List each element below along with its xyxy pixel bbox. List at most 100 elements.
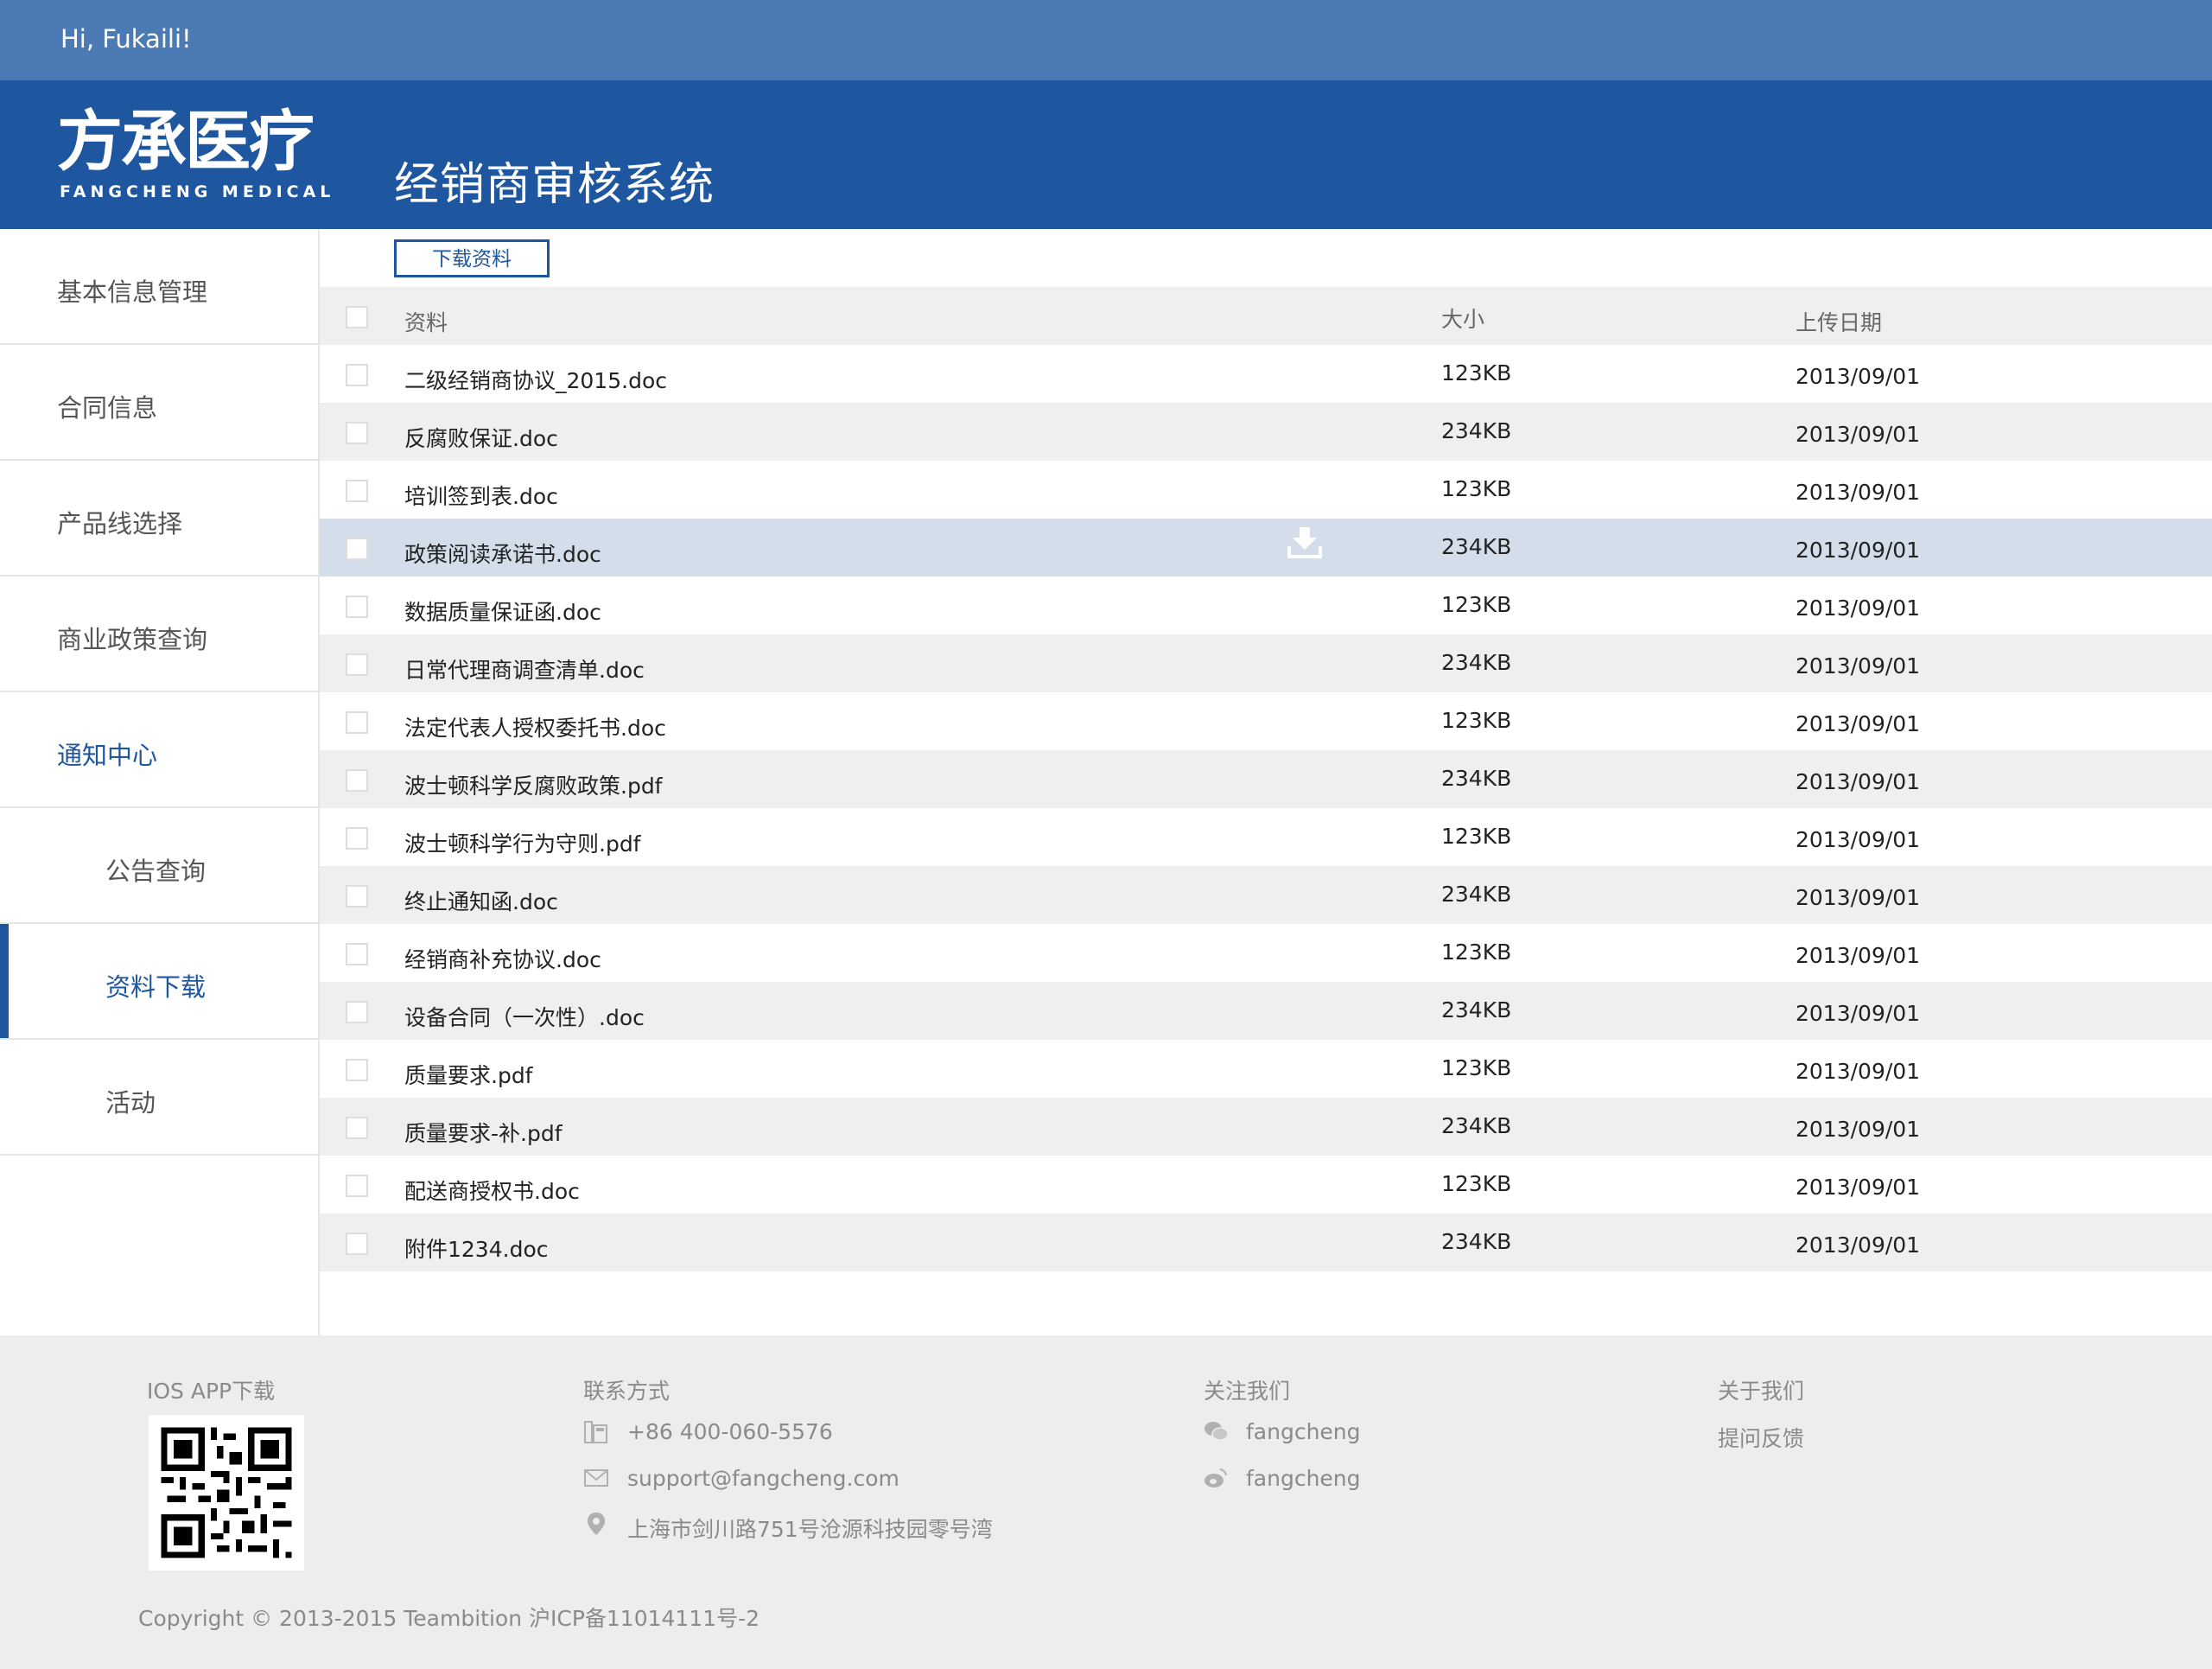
table-row[interactable]: 日常代理商调查清单.doc 234KB 2013/09/01 — [320, 634, 2212, 692]
weibo-account[interactable]: fangcheng — [1246, 1466, 1361, 1491]
sidebar-item-business-policy[interactable]: 商业政策查询 — [0, 577, 318, 692]
file-size: 234KB — [1441, 1229, 1512, 1254]
file-name: 反腐败保证.doc — [404, 426, 558, 451]
table-row[interactable]: 经销商补充协议.doc 123KB 2013/09/01 — [320, 924, 2212, 982]
row-checkbox[interactable] — [346, 422, 368, 444]
weibo-icon — [1205, 1468, 1227, 1487]
file-name: 质量要求.pdf — [404, 1063, 533, 1088]
table-row[interactable]: 设备合同（一次性）.doc 234KB 2013/09/01 — [320, 982, 2212, 1040]
table-header-row: 资料 大小 上传日期 — [320, 287, 2212, 345]
sidebar-subitem-downloads[interactable]: 资料下载 — [0, 924, 318, 1040]
row-checkbox[interactable] — [346, 1233, 368, 1255]
active-indicator — [0, 924, 9, 1038]
header: 方承医疗 FANGCHENG MEDICAL 经销商审核系统 — [0, 80, 2212, 229]
table-row[interactable]: 质量要求.pdf 123KB 2013/09/01 — [320, 1040, 2212, 1098]
file-name: 设备合同（一次性）.doc — [404, 1005, 645, 1030]
row-checkbox[interactable] — [346, 596, 368, 618]
row-checkbox[interactable] — [346, 1117, 368, 1139]
upload-date: 2013/09/01 — [1796, 769, 1921, 794]
upload-date: 2013/09/01 — [1796, 364, 1921, 389]
column-header-name: 资料 — [404, 310, 448, 335]
contact-title: 联系方式 — [583, 1379, 671, 1404]
feedback-link[interactable]: 提问反馈 — [1718, 1422, 1804, 1453]
select-all-checkbox[interactable] — [346, 306, 368, 328]
file-size: 123KB — [1441, 476, 1512, 501]
sidebar-item-label: 资料下载 — [105, 972, 207, 1002]
column-header-size: 大小 — [1441, 307, 1485, 332]
contact-email[interactable]: support@fangcheng.com — [627, 1466, 899, 1491]
row-checkbox[interactable] — [346, 1059, 368, 1081]
top-bar: Hi, Fukaili! — [0, 0, 2212, 80]
row-checkbox[interactable] — [346, 769, 368, 792]
sidebar-item-contract[interactable]: 合同信息 — [0, 345, 318, 461]
table-row[interactable]: 反腐败保证.doc 234KB 2013/09/01 — [320, 403, 2212, 461]
wechat-icon — [1205, 1422, 1229, 1441]
row-checkbox[interactable] — [346, 943, 368, 965]
row-checkbox[interactable] — [346, 653, 368, 676]
user-greeting: Hi, Fukaili! — [60, 24, 192, 54]
table-row-highlighted[interactable]: 政策阅读承诺书.doc 234KB 2013/09/01 — [320, 519, 2212, 577]
sidebar-item-label: 合同信息 — [57, 393, 158, 423]
file-size: 234KB — [1441, 534, 1512, 559]
file-name: 培训签到表.doc — [404, 484, 558, 509]
row-checkbox[interactable] — [346, 1001, 368, 1023]
file-name: 附件1234.doc — [404, 1237, 549, 1262]
row-checkbox[interactable] — [346, 827, 368, 850]
row-checkbox[interactable] — [346, 538, 368, 560]
table-row[interactable]: 法定代表人授权委托书.doc 123KB 2013/09/01 — [320, 692, 2212, 750]
follow-us-title: 关注我们 — [1204, 1379, 1291, 1404]
sidebar-item-basic-info[interactable]: 基本信息管理 — [0, 229, 318, 345]
materials-table: 资料 大小 上传日期 二级经销商协议_2015.doc 123KB 2013/0… — [320, 287, 2212, 1271]
file-size: 123KB — [1441, 824, 1512, 849]
sidebar-item-notification-center[interactable]: 通知中心 — [0, 692, 318, 808]
file-name: 数据质量保证函.doc — [404, 600, 601, 625]
upload-date: 2013/09/01 — [1796, 653, 1921, 678]
upload-date: 2013/09/01 — [1796, 538, 1921, 563]
file-name: 法定代表人授权委托书.doc — [404, 716, 666, 741]
table-row[interactable]: 波士顿科学反腐败政策.pdf 234KB 2013/09/01 — [320, 750, 2212, 808]
table-row[interactable]: 配送商授权书.doc 123KB 2013/09/01 — [320, 1156, 2212, 1214]
sidebar-subitem-announcements[interactable]: 公告查询 — [0, 808, 318, 924]
upload-date: 2013/09/01 — [1796, 1175, 1921, 1200]
upload-date: 2013/09/01 — [1796, 596, 1921, 621]
file-size: 123KB — [1441, 1171, 1512, 1196]
table-row[interactable]: 终止通知函.doc 234KB 2013/09/01 — [320, 866, 2212, 924]
sidebar-subitem-activities[interactable]: 活动 — [0, 1040, 318, 1156]
sidebar-item-label: 商业政策查询 — [57, 625, 208, 654]
table-row[interactable]: 波士顿科学行为守则.pdf 123KB 2013/09/01 — [320, 808, 2212, 866]
row-checkbox[interactable] — [346, 885, 368, 908]
wechat-account[interactable]: fangcheng — [1246, 1419, 1361, 1444]
table-row[interactable]: 数据质量保证函.doc 123KB 2013/09/01 — [320, 577, 2212, 634]
upload-date: 2013/09/01 — [1796, 885, 1921, 910]
sidebar-item-label: 活动 — [105, 1088, 156, 1118]
main-content: 下载资料 资料 大小 上传日期 二级经销商协议_2015.doc 123KB 2… — [320, 229, 2212, 1335]
table-row[interactable]: 二级经销商协议_2015.doc 123KB 2013/09/01 — [320, 345, 2212, 403]
download-icon[interactable] — [1286, 524, 1324, 562]
download-materials-button[interactable]: 下载资料 — [394, 239, 550, 277]
row-checkbox[interactable] — [346, 480, 368, 502]
file-size: 234KB — [1441, 882, 1512, 907]
row-checkbox[interactable] — [346, 364, 368, 386]
sidebar-item-product-line[interactable]: 产品线选择 — [0, 461, 318, 577]
upload-date: 2013/09/01 — [1796, 1059, 1921, 1084]
upload-date: 2013/09/01 — [1796, 711, 1921, 736]
sidebar: 基本信息管理 合同信息 产品线选择 商业政策查询 通知中心 公告查询 资料下载 … — [0, 229, 320, 1335]
file-name: 质量要求-补.pdf — [404, 1121, 563, 1146]
footer: IOS APP下载 联系方式 +86 400-060-5576 support@… — [0, 1335, 2212, 1669]
company-logo[interactable]: 方承医疗 FANGCHENG MEDICAL — [57, 106, 330, 206]
file-size: 234KB — [1441, 1113, 1512, 1138]
table-row[interactable]: 培训签到表.doc 123KB 2013/09/01 — [320, 461, 2212, 519]
upload-date: 2013/09/01 — [1796, 1001, 1921, 1026]
file-size: 123KB — [1441, 708, 1512, 733]
upload-date: 2013/09/01 — [1796, 827, 1921, 852]
file-size: 123KB — [1441, 1055, 1512, 1080]
table-row[interactable]: 附件1234.doc 234KB 2013/09/01 — [320, 1214, 2212, 1271]
qr-code-image — [149, 1415, 304, 1570]
about-us-title: 关于我们 — [1718, 1379, 1805, 1404]
table-row[interactable]: 质量要求-补.pdf 234KB 2013/09/01 — [320, 1098, 2212, 1156]
row-checkbox[interactable] — [346, 711, 368, 734]
logo-text-en: FANGCHENG MEDICAL — [60, 182, 335, 201]
row-checkbox[interactable] — [346, 1175, 368, 1197]
app-download-title: IOS APP下载 — [147, 1379, 276, 1404]
contact-phone[interactable]: +86 400-060-5576 — [627, 1419, 833, 1444]
